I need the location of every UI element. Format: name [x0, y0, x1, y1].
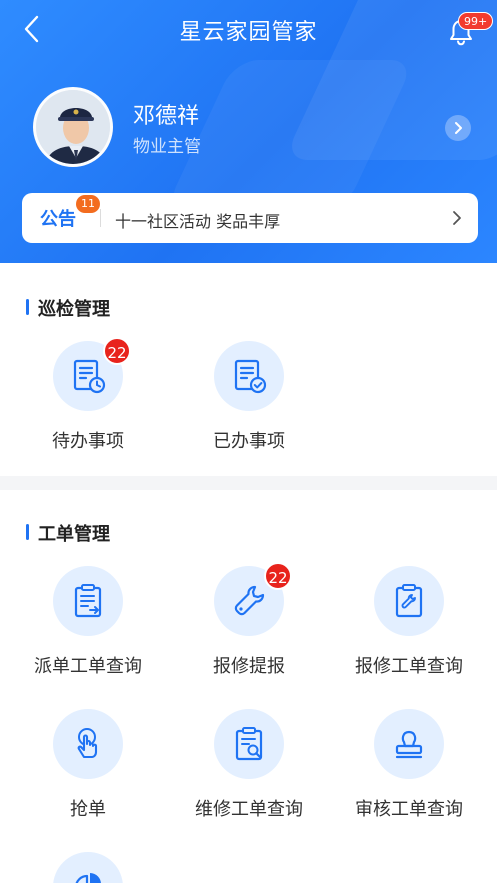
workorder-management-section: 工单管理 派单工单查询 22 报修提报 报修工单查询 抢单 维修工单查询 审核工…: [0, 490, 497, 883]
repair-count-badge: 22: [264, 562, 292, 590]
dispatch-order-query-button[interactable]: 派单工单查询: [18, 566, 158, 678]
chevron-right-icon: [453, 211, 461, 225]
todo-items-button[interactable]: 22 待办事项: [18, 337, 158, 453]
item-label: 报修提报: [213, 656, 285, 677]
section-title: 巡检管理: [26, 295, 110, 321]
grab-order-button[interactable]: 抢单: [18, 709, 158, 821]
item-label: 抢单: [70, 799, 106, 820]
divider: [100, 209, 101, 227]
notice-bar[interactable]: 公告 11 十一社区活动 奖品丰厚: [22, 193, 478, 243]
item-label: 维修工单查询: [195, 799, 303, 820]
audit-order-query-button[interactable]: 审核工单查询: [339, 709, 479, 821]
item-label: 待办事项: [52, 431, 124, 452]
clipboard-wrench-icon: [395, 584, 423, 618]
notice-label: 公告: [40, 209, 76, 230]
maintenance-order-query-button[interactable]: 维修工单查询: [179, 709, 319, 821]
repair-order-query-button[interactable]: 报修工单查询: [339, 566, 479, 678]
section-title: 工单管理: [26, 520, 110, 546]
chevron-right-icon: [455, 122, 462, 134]
todo-count-badge: 22: [103, 337, 131, 365]
item-label: 审核工单查询: [355, 799, 463, 820]
item-label: 报修工单查询: [355, 656, 463, 677]
user-photo-icon: [36, 90, 110, 164]
repair-report-button[interactable]: 22 报修提报: [179, 562, 319, 678]
stamp-icon: [395, 730, 423, 759]
clipboard-search-icon: [235, 727, 263, 761]
statistics-button[interactable]: [18, 852, 158, 883]
done-items-button[interactable]: 已办事项: [179, 341, 319, 453]
profile-detail-button[interactable]: [445, 115, 471, 141]
tap-hand-icon: [77, 728, 98, 759]
user-role: 物业主管: [133, 137, 201, 157]
clipboard-send-icon: [74, 584, 102, 618]
patrol-management-section: 巡检管理 22 待办事项 已办事项: [0, 263, 497, 476]
notice-badge: 11: [76, 195, 100, 213]
item-label: 已办事项: [213, 431, 285, 452]
notice-text: 十一社区活动 奖品丰厚: [115, 212, 281, 231]
item-label: 派单工单查询: [34, 656, 142, 677]
notification-badge: 99+: [458, 12, 494, 30]
wrench-icon: [234, 585, 265, 616]
header-decoration: [165, 60, 415, 210]
pie-chart-icon: [75, 873, 101, 883]
header-banner: 星云家园管家 99+ 邓德祥 物业主管 公告 11 十一社区活动 奖品丰厚: [0, 0, 497, 263]
user-name: 邓德祥: [133, 104, 200, 129]
document-clock-icon: [73, 359, 106, 394]
page-title: 星云家园管家: [179, 20, 318, 45]
document-check-icon: [234, 359, 267, 394]
avatar[interactable]: [33, 87, 113, 167]
